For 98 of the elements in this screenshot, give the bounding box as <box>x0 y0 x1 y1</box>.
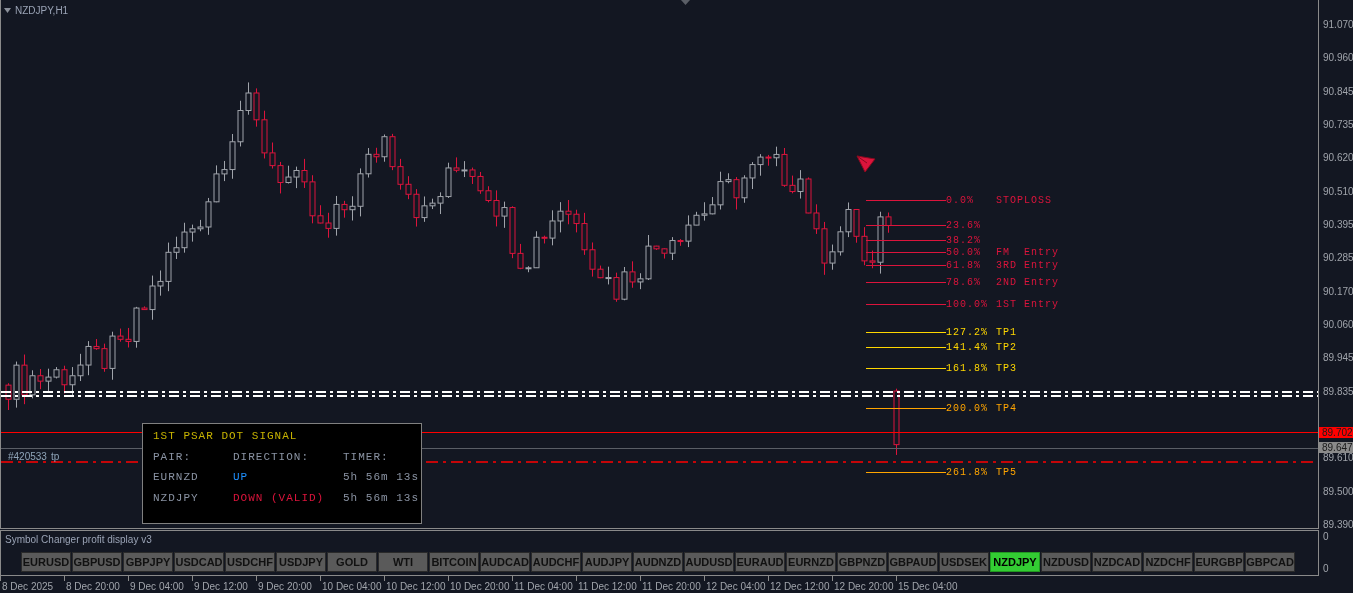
time-label: 11 Dec 12:00 <box>578 580 637 593</box>
symbol-button[interactable]: AUDCHF <box>531 552 581 572</box>
fib-percent: 23.6% <box>946 218 982 233</box>
chart-title: NZDJPY,H1 <box>15 4 69 18</box>
time-label: 15 Dec 04:00 <box>898 580 958 593</box>
fib-percent: 50.0% <box>946 245 982 260</box>
fib-label: 3RD Entry <box>996 258 1059 273</box>
price-label: 90.285 <box>1323 253 1353 264</box>
fib-percent: 127.2% <box>946 325 989 340</box>
fib-label: TP2 <box>996 340 1017 355</box>
indicator-axis-label: 0 <box>1323 563 1330 575</box>
symbol-button[interactable]: GBPAUD <box>888 552 938 572</box>
indicator-axis-label: 0 <box>1323 531 1330 543</box>
price-label: 90.735 <box>1323 120 1353 130</box>
symbol-button[interactable]: EURNZD <box>786 552 836 572</box>
timer-text: 5h 56m 13s <box>343 490 419 506</box>
symbol-button[interactable]: EURUSD <box>21 552 71 572</box>
trade-ticket: #420533 <box>8 452 47 462</box>
fib-label: FM Entry <box>996 245 1059 260</box>
time-label: 10 Dec 20:00 <box>450 580 510 593</box>
time-label: 12 Dec 20:00 <box>834 580 894 593</box>
fib-percent: 0.0% <box>946 193 975 208</box>
time-label: 8 Dec 20:00 <box>66 580 120 593</box>
price-label: 89.835 <box>1323 386 1353 397</box>
price-label: 90.395 <box>1323 219 1353 230</box>
symbol-button[interactable]: USDJPY <box>276 552 326 572</box>
symbol-button[interactable]: WTI <box>378 552 428 572</box>
symbol-button[interactable]: AUDJPY <box>582 552 632 572</box>
symbol-button[interactable]: NZDCAD <box>1092 552 1142 572</box>
price-label: 89.500 <box>1323 486 1353 497</box>
scroll-marker-icon <box>681 0 690 5</box>
fib-percent: 38.2% <box>946 233 982 248</box>
price-label: 89.945 <box>1323 353 1353 364</box>
symbol-button[interactable]: NZDUSD <box>1041 552 1091 572</box>
time-label: 11 Dec 04:00 <box>514 580 573 593</box>
symbol-button[interactable]: NZDCHF <box>1143 552 1193 572</box>
column-header: DIRECTION: <box>233 449 310 465</box>
symbol-button[interactable]: GOLD <box>327 552 377 572</box>
price-tag: 89.647 <box>1319 442 1353 453</box>
price-label: 90.845 <box>1323 86 1353 97</box>
symbol-button[interactable]: AUDCAD <box>480 552 530 572</box>
fib-label: TP4 <box>996 401 1017 416</box>
fib-label: 1ST Entry <box>996 297 1059 312</box>
symbol-button[interactable]: AUDUSD <box>684 552 734 572</box>
price-label: 91.070 <box>1323 20 1353 30</box>
column-header: TIMER: <box>343 449 390 465</box>
symbol-button[interactable]: AUDNZD <box>633 552 683 572</box>
fib-label: TP5 <box>996 465 1017 480</box>
fib-percent: 61.8% <box>946 258 982 273</box>
dropdown-icon[interactable] <box>4 8 11 13</box>
trade-tag: tp <box>50 452 60 462</box>
pair-text: EURNZD <box>153 470 200 485</box>
price-label: 90.510 <box>1323 186 1353 197</box>
time-label: 9 Dec 12:00 <box>194 580 248 593</box>
symbol-button[interactable]: GBPJPY <box>123 552 173 572</box>
price-label: 89.390 <box>1323 519 1353 530</box>
fib-percent: 100.0% <box>946 297 989 312</box>
pair-text: NZDJPY <box>153 490 200 506</box>
sell-arrow-icon <box>856 155 876 173</box>
price-label: 90.170 <box>1323 286 1353 297</box>
time-label: 10 Dec 12:00 <box>386 580 446 593</box>
direction-text: UP <box>233 470 250 485</box>
time-label: 9 Dec 04:00 <box>130 580 184 593</box>
time-label: 11 Dec 20:00 <box>642 580 701 593</box>
time-label: 12 Dec 12:00 <box>770 580 830 593</box>
indicator-title: Symbol Changer profit display v3 <box>5 533 153 547</box>
symbol-button[interactable]: EURAUD <box>735 552 785 572</box>
panel-title: 1ST PSAR DOT SIGNAL <box>153 429 299 444</box>
fib-percent: 161.8% <box>946 361 989 376</box>
time-label: 8 Dec 2025 <box>2 580 54 593</box>
price-label: 89.610 <box>1323 453 1353 464</box>
fib-label: STOPLOSS <box>996 193 1052 208</box>
symbol-button[interactable]: NZDJPY <box>990 552 1040 572</box>
price-label: 90.960 <box>1323 53 1353 64</box>
fib-label: TP1 <box>996 325 1017 340</box>
fib-percent: 261.8% <box>946 465 989 480</box>
fib-percent: 200.0% <box>946 401 989 416</box>
column-header: PAIR: <box>153 449 192 465</box>
fib-percent: 141.4% <box>946 340 989 355</box>
time-label: 12 Dec 04:00 <box>706 580 766 593</box>
fib-label: 2ND Entry <box>996 275 1059 290</box>
fib-label: TP3 <box>996 361 1017 376</box>
symbol-button[interactable]: GBPCAD <box>1245 552 1295 572</box>
time-label: 10 Dec 04:00 <box>322 580 382 593</box>
symbol-button[interactable]: USDCAD <box>174 552 224 572</box>
timer-text: 5h 56m 13s <box>343 470 419 485</box>
time-label: 9 Dec 20:00 <box>258 580 312 593</box>
price-label: 90.620 <box>1323 153 1353 164</box>
symbol-button[interactable]: BITCOIN <box>429 552 479 572</box>
price-label: 90.060 <box>1323 319 1353 330</box>
price-tag: 89.702 <box>1319 427 1353 438</box>
symbol-button[interactable]: GBPNZD <box>837 552 887 572</box>
direction-text: DOWN (VALID) <box>233 490 326 506</box>
symbol-button[interactable]: GBPUSD <box>72 552 122 572</box>
symbol-button[interactable]: USDCHF <box>225 552 275 572</box>
fib-percent: 78.6% <box>946 275 982 290</box>
symbol-button[interactable]: EURGBP <box>1194 552 1244 572</box>
symbol-button[interactable]: USDSEK <box>939 552 989 572</box>
